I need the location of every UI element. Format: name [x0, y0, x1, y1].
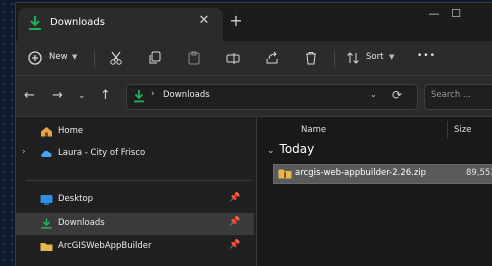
desktop-icon [40, 195, 53, 205]
chevron-right-icon[interactable]: › [22, 147, 26, 157]
download-icon [41, 218, 52, 229]
new-button[interactable]: New [49, 52, 68, 62]
file-size: 89,553 [466, 168, 492, 178]
search-input[interactable]: Search ... [424, 84, 492, 110]
divider [334, 51, 335, 67]
pin-icon[interactable]: 📌 [229, 240, 240, 250]
close-tab-icon[interactable]: ✕ [194, 13, 214, 28]
breadcrumb[interactable]: Downloads [163, 90, 210, 100]
breadcrumb-separator-icon: › [151, 89, 155, 99]
sidebar-item-label: Desktop [58, 194, 94, 204]
sidebar-item-home[interactable]: Home [16, 121, 254, 143]
divider [94, 51, 95, 67]
chevron-down-icon[interactable]: ▼ [389, 53, 394, 61]
file-list: Name Size ⌄ Today arcgis-web-appbuilder-2… [257, 117, 492, 266]
column-header-name[interactable]: Name [301, 125, 326, 135]
divider [26, 180, 251, 181]
file-explorer-window: Downloads ✕ + — ☐ New ▼ Sort ▼ ••• ← → ⌄… [15, 2, 492, 266]
sidebar-item-label: Downloads [58, 218, 105, 228]
tab-title: Downloads [50, 17, 105, 28]
pin-icon[interactable]: 📌 [229, 217, 240, 227]
up-arrow-icon[interactable]: ↑ [100, 88, 111, 103]
chevron-down-icon: ⌄ [267, 146, 275, 156]
minimize-button[interactable]: — [422, 7, 446, 20]
search-placeholder: Search ... [431, 90, 472, 100]
cloud-icon [41, 150, 52, 157]
home-icon [41, 127, 52, 137]
sidebar-item-label: Home [58, 126, 84, 136]
folder-icon [40, 243, 53, 251]
maximize-button[interactable]: ☐ [444, 7, 468, 20]
chevron-down-icon[interactable]: ▼ [72, 53, 77, 61]
back-arrow-icon[interactable]: ← [24, 88, 35, 103]
copy-icon[interactable] [148, 51, 162, 65]
sidebar-item-desktop[interactable]: Desktop 📌 [16, 189, 254, 211]
new-tab-button[interactable]: + [226, 11, 246, 30]
navigation-bar: ← → ⌄ ↑ › Downloads ⌄ ⟳ Search ... [16, 76, 492, 117]
refresh-icon[interactable]: ⟳ [392, 88, 402, 102]
tab-downloads[interactable]: Downloads ✕ [18, 8, 223, 41]
recent-locations-icon[interactable]: ⌄ [78, 91, 86, 101]
navigation-pane: Home › Laura - City of Frisco Desktop 📌 … [16, 117, 254, 266]
column-header-size[interactable]: Size [454, 125, 471, 135]
address-dropdown-icon[interactable]: ⌄ [370, 90, 377, 99]
command-bar: New ▼ Sort ▼ ••• [16, 41, 492, 76]
sort-button[interactable]: Sort [366, 52, 383, 62]
delete-icon[interactable] [304, 51, 318, 65]
more-options-button[interactable]: ••• [417, 51, 436, 61]
plus-circle-icon[interactable] [28, 51, 42, 65]
group-label: Today [279, 142, 315, 156]
download-icon [29, 16, 41, 30]
sidebar-item-downloads[interactable]: Downloads 📌 [16, 213, 254, 235]
sidebar-item-arcgiswebappbuilder[interactable]: ArcGISWebAppBuilder 📌 [16, 236, 254, 258]
sidebar-item-onedrive[interactable]: › Laura - City of Frisco [16, 143, 254, 165]
title-bar: Downloads ✕ + — ☐ [16, 3, 492, 41]
sidebar-item-label: Laura - City of Frisco [58, 148, 146, 158]
column-resize-handle[interactable] [447, 121, 448, 139]
file-row[interactable]: arcgis-web-appbuilder-2.26.zip 89,553 [273, 164, 492, 184]
rename-icon[interactable] [226, 51, 240, 65]
sidebar-item-label: ArcGISWebAppBuilder [58, 241, 152, 251]
zip-folder-icon [278, 169, 292, 179]
share-icon[interactable] [265, 51, 279, 65]
pin-icon[interactable]: 📌 [229, 193, 240, 203]
address-bar[interactable]: › Downloads ⌄ ⟳ [126, 84, 418, 110]
forward-arrow-icon[interactable]: → [52, 88, 63, 103]
file-name: arcgis-web-appbuilder-2.26.zip [295, 168, 427, 178]
paste-icon[interactable] [187, 51, 201, 65]
sort-icon[interactable] [346, 51, 360, 65]
download-icon [134, 90, 144, 103]
group-header-today[interactable]: ⌄ Today [267, 142, 314, 156]
cut-icon[interactable] [109, 51, 123, 65]
